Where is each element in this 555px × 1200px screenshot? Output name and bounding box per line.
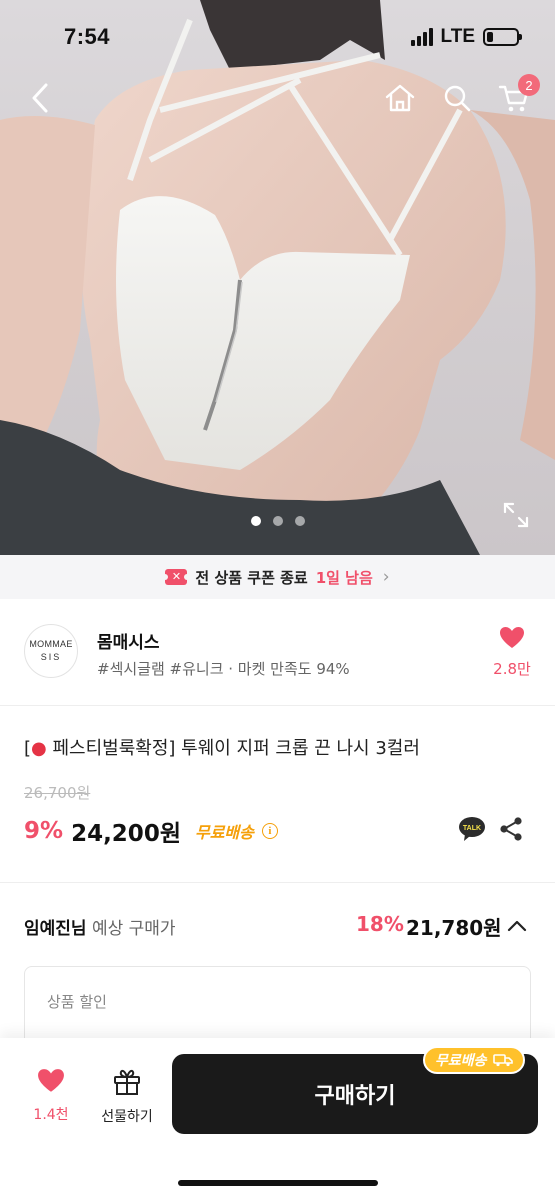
balloon-icon: ● <box>31 738 47 759</box>
home-icon <box>385 84 415 112</box>
network-type: LTE <box>440 26 475 47</box>
status-indicators: LTE <box>410 26 522 48</box>
expected-discount-rate: 18% <box>356 912 404 936</box>
free-shipping-label: 무료배송 <box>194 823 254 842</box>
chevron-right-icon: › <box>382 567 390 587</box>
truck-icon <box>492 1054 513 1067</box>
ship-badge-label: 무료배송 <box>435 1053 487 1069</box>
heart-icon <box>38 1069 64 1092</box>
like-button[interactable]: 1.4천 <box>24 1068 78 1124</box>
expand-image-button[interactable] <box>501 500 531 530</box>
product-discount-label: 상품 할인 <box>47 993 107 1011</box>
user-name: 임예진님 <box>24 919 87 939</box>
price-row: 9% 24,200원 무료배송 i <box>24 814 278 848</box>
expected-price: 21,780원 <box>406 916 502 940</box>
gallery-dot[interactable] <box>272 516 283 526</box>
gift-icon <box>114 1069 140 1095</box>
back-button[interactable] <box>20 78 60 118</box>
title-bracket: [ <box>24 738 32 759</box>
status-time: 7:54 <box>64 24 111 49</box>
talk-icon: TALK <box>459 817 485 841</box>
original-price: 26,700원 <box>24 784 91 802</box>
home-button[interactable] <box>380 78 420 118</box>
product-image-gallery[interactable]: 7:54 LTE 2 <box>0 0 555 555</box>
chevron-left-icon <box>32 83 48 113</box>
gift-label: 선물하기 <box>101 1109 153 1125</box>
status-bar: 7:54 LTE <box>0 0 555 70</box>
discount-rate: 9% <box>24 818 64 844</box>
store-favorite-button[interactable]: 2.8만 <box>490 626 534 679</box>
free-shipping-badge: 무료배송 <box>423 1046 525 1074</box>
svg-text:TALK: TALK <box>463 825 481 832</box>
kakao-talk-share-button[interactable]: TALK <box>458 816 486 842</box>
store-info-row[interactable]: MOMMAE SIS 몸매시스 #섹시글램 #유니크 · 마켓 만족도 94% … <box>0 600 555 706</box>
sale-price: 24,200원 <box>71 821 181 847</box>
share-icon <box>500 817 522 841</box>
chevron-up-icon <box>507 920 527 932</box>
collapse-toggle[interactable] <box>505 914 529 938</box>
store-logo-line1: MOMMAE <box>29 639 73 649</box>
store-tags: #섹시글램 #유니크 · 마켓 만족도 94% <box>97 660 350 678</box>
signal-icon <box>410 28 433 46</box>
gift-button[interactable]: 선물하기 <box>92 1068 162 1126</box>
coupon-icon: ✕ <box>162 569 191 585</box>
like-count: 1.4천 <box>33 1107 69 1123</box>
gallery-pagination <box>0 516 555 526</box>
cart-button[interactable]: 2 <box>494 74 540 118</box>
coupon-text: 전 상품 쿠폰 종료 <box>195 568 308 587</box>
cart-count-badge: 2 <box>518 74 540 96</box>
gallery-dot-active[interactable] <box>250 516 261 526</box>
expand-icon <box>503 502 529 528</box>
expected-label-text: 예상 구매가 <box>86 919 176 939</box>
expected-price-row[interactable]: 임예진님 예상 구매가 18% 21,780원 <box>0 904 555 944</box>
home-indicator <box>178 1180 378 1186</box>
expected-price-label: 임예진님 예상 구매가 <box>24 914 176 939</box>
store-favorite-count: 2.8만 <box>493 660 531 678</box>
heart-icon <box>500 627 524 648</box>
search-button[interactable] <box>437 78 477 118</box>
info-icon[interactable]: i <box>261 823 278 839</box>
store-name[interactable]: 몸매시스 <box>97 628 160 653</box>
product-title: [● 페스티벌룩확정] 투웨이 지퍼 크롭 끈 나시 3컬러 <box>24 734 420 760</box>
title-text: 페스티벌룩확정] 투웨이 지퍼 크롭 끈 나시 3컬러 <box>46 738 420 759</box>
coupon-remaining: 1일 남음 <box>315 568 373 587</box>
store-logo[interactable]: MOMMAE SIS <box>24 624 78 678</box>
gallery-dot[interactable] <box>294 516 305 526</box>
store-logo-line2: SIS <box>40 652 62 662</box>
share-button[interactable] <box>498 816 524 842</box>
search-icon <box>444 85 471 112</box>
section-divider <box>0 882 555 883</box>
coupon-banner[interactable]: ✕ 전 상품 쿠폰 종료 1일 남음 › <box>0 555 555 599</box>
battery-icon <box>483 28 522 46</box>
